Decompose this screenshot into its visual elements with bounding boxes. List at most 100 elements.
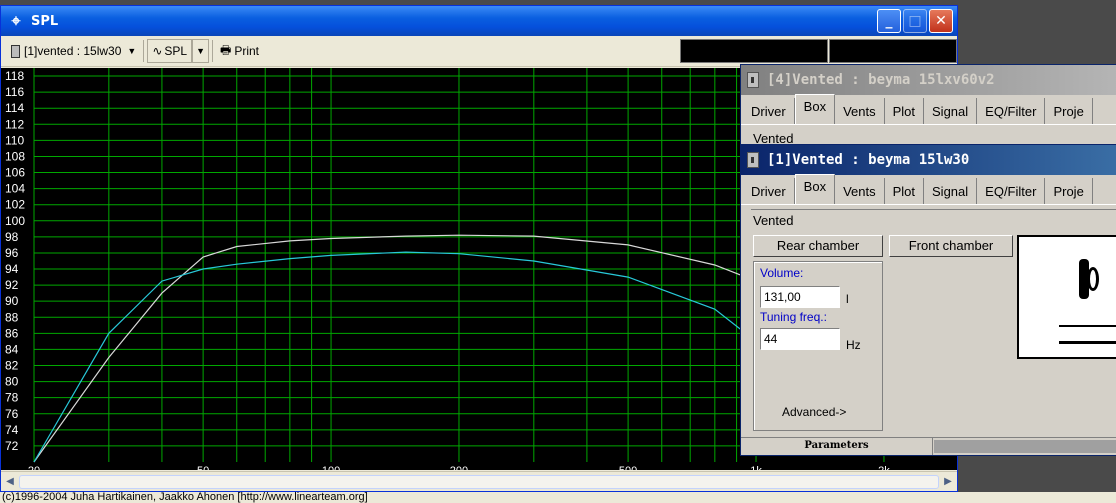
tab-signal[interactable]: Signal [924, 98, 978, 124]
sine-wave-icon: ∿ [152, 44, 163, 58]
box4-title: [4]Vented : beyma 15lxv60v2 [767, 72, 995, 88]
tuning-freq-label: Tuning freq.: [760, 310, 827, 324]
tab-box[interactable]: Box [794, 174, 836, 204]
tab-vents[interactable]: Vents [835, 98, 885, 124]
cursor-readout-box [680, 39, 828, 63]
box1-titlebar[interactable]: [1]Vented : beyma 15lw30 [741, 145, 1116, 175]
rear-chamber-button[interactable]: Rear chamber [753, 235, 883, 257]
y-tick-label: 86 [5, 326, 19, 340]
box1-title: [1]Vented : beyma 15lw30 [767, 152, 970, 168]
tuning-freq-input[interactable]: 44 [760, 328, 840, 350]
driver-icon [1087, 267, 1099, 291]
tab-driver[interactable]: Driver [743, 178, 795, 204]
port-line [1059, 325, 1116, 327]
advanced-button[interactable]: Advanced-> [782, 405, 846, 419]
x-tick-label: 200 [450, 465, 468, 470]
volume-label: Volume: [760, 266, 804, 280]
x-tick-label: 50 [197, 465, 209, 470]
tab-plot[interactable]: Plot [884, 98, 925, 124]
view-selector[interactable]: ∿ SPL [147, 39, 193, 63]
x-tick-label: 1k [750, 465, 762, 470]
tab-project[interactable]: Proje [1045, 98, 1093, 124]
y-tick-label: 94 [5, 262, 19, 276]
chevron-down-icon: ▼ [196, 46, 205, 56]
document-icon [747, 72, 759, 88]
y-tick-label: 88 [5, 310, 19, 324]
project-selector-label: [1]vented : 15lw30 [24, 44, 122, 58]
box-type-label: Vented [753, 213, 794, 228]
x-tick-label: 100 [322, 465, 340, 470]
maximize-button[interactable]: □ [903, 9, 927, 33]
box4-tabs: Driver Box Vents Plot Signal EQ/Filter P… [741, 94, 1116, 125]
tab-eq-filter[interactable]: EQ/Filter [977, 178, 1046, 204]
volume-input[interactable]: 131,00 [760, 286, 840, 308]
close-button[interactable]: ✕ [929, 9, 953, 33]
y-tick-label: 98 [5, 230, 19, 244]
x-tick-label: 2k [878, 465, 890, 470]
copyright-status: (c)1996-2004 Juha Hartikainen, Jaakko Ah… [0, 492, 1116, 503]
horizontal-scrollbar[interactable]: ◀ ▶ [1, 471, 957, 491]
y-tick-label: 96 [5, 246, 19, 260]
y-tick-label: 116 [5, 85, 24, 99]
y-tick-label: 80 [5, 375, 19, 389]
spl-series-line-2 [33, 251, 757, 463]
crosshair-icon: ⌖ [11, 11, 21, 30]
tab-project[interactable]: Proje [1045, 178, 1093, 204]
box4-titlebar[interactable]: [4]Vented : beyma 15lxv60v2 [741, 65, 1116, 95]
print-button[interactable]: 🖶 Print [216, 39, 263, 63]
y-tick-label: 74 [5, 423, 19, 437]
box-window-4: [4]Vented : beyma 15lxv60v2 Driver Box V… [740, 64, 1116, 150]
x-tick-label: 500 [619, 465, 637, 470]
front-chamber-button[interactable]: Front chamber [889, 235, 1013, 257]
y-tick-label: 102 [5, 198, 25, 212]
toolbar-separator [212, 40, 213, 62]
spl-window-title: SPL [31, 13, 59, 29]
divider [751, 209, 1116, 210]
y-tick-label: 118 [5, 69, 24, 83]
y-tick-label: 112 [5, 117, 24, 131]
tuning-freq-unit: Hz [846, 338, 861, 352]
view-selector-label: SPL [164, 44, 188, 58]
y-tick-label: 90 [5, 294, 19, 308]
volume-unit: l [846, 292, 849, 306]
port-line [1059, 341, 1116, 344]
scrollbar-thumb[interactable] [19, 475, 939, 489]
y-tick-label: 84 [5, 342, 19, 356]
tab-driver[interactable]: Driver [743, 98, 795, 124]
x-tick-label: 20 [28, 465, 40, 470]
y-tick-label: 114 [5, 101, 24, 115]
y-tick-label: 78 [5, 391, 19, 405]
tab-box[interactable]: Box [794, 94, 836, 124]
minimize-button[interactable]: _ [877, 9, 901, 33]
spl-titlebar[interactable]: ⌖ SPL _ □ ✕ [1, 6, 957, 36]
scroll-right-icon[interactable]: ▶ [940, 474, 956, 490]
box-window-1: [1]Vented : beyma 15lw30 Driver Box Vent… [740, 144, 1116, 456]
project-selector[interactable]: [1]vented : 15lw30 ▼ [7, 39, 140, 63]
spl-toolbar: [1]vented : 15lw30 ▼ ∿ SPL ▼ 🖶 Print [1, 36, 957, 67]
tab-eq-filter[interactable]: EQ/Filter [977, 98, 1046, 124]
box1-tabs: Driver Box Vents Plot Signal EQ/Filter P… [741, 174, 1116, 205]
cursor-readout-box [829, 39, 957, 63]
bottom-tabs: Parameters [741, 437, 1116, 455]
tab-plot[interactable]: Plot [884, 178, 925, 204]
y-tick-label: 76 [5, 407, 19, 421]
y-tick-label: 82 [5, 359, 19, 373]
y-tick-label: 110 [5, 133, 24, 147]
y-tick-label: 100 [5, 214, 25, 228]
view-dropdown-button[interactable]: ▼ [192, 39, 209, 63]
printer-icon: 🖶 [220, 42, 232, 57]
print-label: Print [234, 44, 260, 58]
document-icon [747, 152, 759, 168]
project-icon [11, 44, 20, 58]
box-diagram [1017, 235, 1116, 359]
tab-vents[interactable]: Vents [835, 178, 885, 204]
chevron-down-icon[interactable]: ▼ [127, 46, 136, 56]
tab-signal[interactable]: Signal [924, 178, 978, 204]
scroll-left-icon[interactable]: ◀ [2, 474, 18, 490]
y-tick-label: 72 [5, 439, 19, 453]
tab-fill [934, 440, 1116, 453]
parameters-tab[interactable]: Parameters [741, 438, 933, 455]
y-tick-label: 108 [5, 149, 25, 163]
y-tick-label: 104 [5, 182, 25, 196]
toolbar-separator [143, 40, 145, 62]
